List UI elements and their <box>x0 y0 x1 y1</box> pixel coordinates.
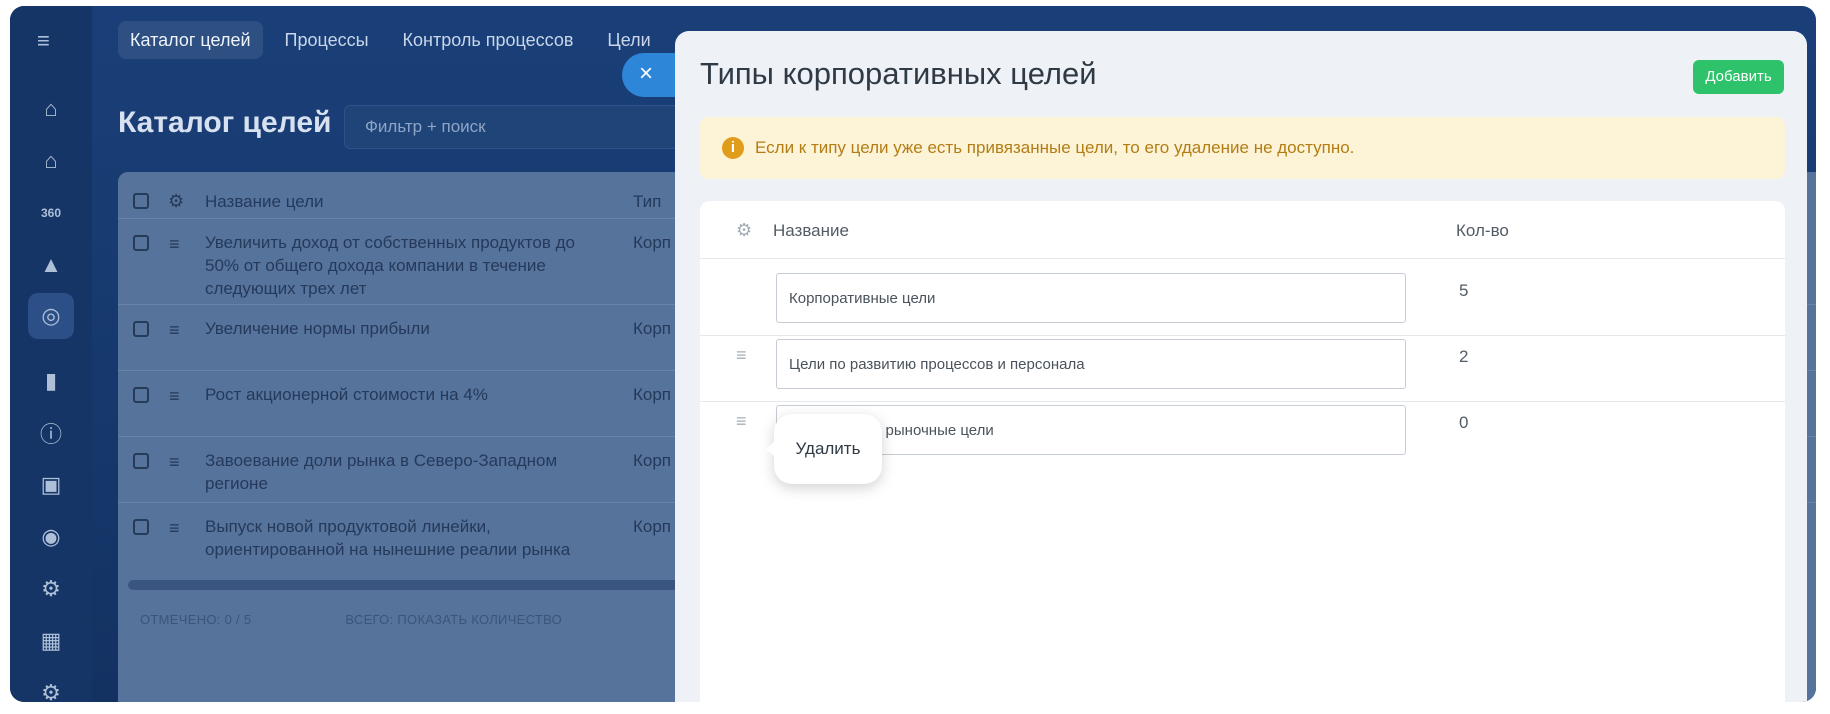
bar-chart-icon[interactable]: ▮ <box>34 364 68 398</box>
app-frame: ≡ ⌂ ⌂ 360 ▲ ◎ ▮ ⓘ ▣ ◉ ⚙ ▦ ⚙ Каталог целе… <box>10 6 1816 702</box>
row-checkbox[interactable] <box>133 519 149 535</box>
selected-count: ОТМЕЧЕНО: 0 / 5 <box>140 612 252 627</box>
drag-handle-icon[interactable]: ≡ <box>169 451 180 474</box>
alert-message: Если к типу цели уже есть привязанные це… <box>755 138 1355 157</box>
goal-name: Завоевание доли рынка в Северо-Западном … <box>205 451 558 493</box>
gear-icon[interactable]: ⚙ <box>736 220 752 241</box>
type-count: 5 <box>1459 281 1469 300</box>
gamepad-icon[interactable]: ◉ <box>34 520 68 554</box>
panel-title: Типы корпоративных целей <box>700 56 1097 91</box>
filter-search-input[interactable]: Фильтр + поиск <box>344 105 684 149</box>
close-panel-button[interactable]: × <box>622 53 678 97</box>
goal-name: Увеличить доход от собственных продуктов… <box>205 233 575 298</box>
drag-handle-icon[interactable]: ≡ <box>736 345 747 366</box>
info-house-icon[interactable]: ⓘ <box>34 416 68 450</box>
tab-processes[interactable]: Процессы <box>273 21 381 59</box>
360-icon[interactable]: 360 <box>34 196 68 230</box>
column-header-name[interactable]: Название <box>773 221 849 241</box>
grid-footer: ОТМЕЧЕНО: 0 / 5 ВСЕГО: ПОКАЗАТЬ КОЛИЧЕСТ… <box>140 612 652 627</box>
delete-menu-item[interactable]: Удалить <box>766 414 882 484</box>
left-sidebar: ≡ ⌂ ⌂ 360 ▲ ◎ ▮ ⓘ ▣ ◉ ⚙ ▦ ⚙ <box>10 6 92 702</box>
target-icon[interactable]: ◎ <box>28 293 74 339</box>
warning-alert: i Если к типу цели уже есть привязанные … <box>700 117 1785 179</box>
total-count-link[interactable]: ВСЕГО: ПОКАЗАТЬ КОЛИЧЕСТВО <box>345 612 562 627</box>
drag-handle-icon[interactable]: ≡ <box>169 233 180 256</box>
drag-handle-icon[interactable]: ≡ <box>736 411 747 432</box>
goal-type: Корп цел <box>633 319 673 338</box>
phone-book-icon[interactable]: ▣ <box>34 468 68 502</box>
row-checkbox[interactable] <box>133 321 149 337</box>
drag-handle-icon[interactable]: ≡ <box>169 517 180 540</box>
home-icon[interactable]: ⌂ <box>34 92 68 126</box>
row-checkbox[interactable] <box>133 387 149 403</box>
graduation-cap-icon[interactable]: ▲ <box>34 248 68 282</box>
goal-name: Рост акционерной стоимости на 4% <box>205 385 488 404</box>
goal-type: Корп цел <box>633 233 673 252</box>
gear-icon[interactable]: ⚙ <box>168 191 184 212</box>
row-checkbox[interactable] <box>133 453 149 469</box>
drag-handle-icon[interactable]: ≡ <box>169 319 180 342</box>
tab-process-control[interactable]: Контроль процессов <box>391 21 586 59</box>
column-header-type[interactable]: Тип <box>633 192 661 212</box>
page-title: Каталог целей <box>118 106 332 139</box>
grid-right-edge <box>1806 172 1816 262</box>
drag-handle-icon[interactable]: ≡ <box>169 385 180 408</box>
top-navigation: Каталог целей Процессы Контроль процессо… <box>118 21 663 59</box>
table-header: ⚙ Название Кол-во <box>700 201 1785 259</box>
goal-name: Выпуск новой продуктовой линейки, ориент… <box>205 517 571 559</box>
column-header-name[interactable]: Название цели <box>205 192 324 212</box>
gears-icon[interactable]: ⚙ <box>34 572 68 606</box>
goal-type: Корп цел <box>633 517 673 536</box>
type-name-input[interactable] <box>776 339 1406 389</box>
house-hand-icon[interactable]: ⌂ <box>34 144 68 178</box>
select-all-checkbox[interactable] <box>133 193 149 209</box>
info-icon: i <box>722 137 744 159</box>
row-checkbox[interactable] <box>133 235 149 251</box>
menu-icon[interactable]: ≡ <box>37 30 63 52</box>
column-header-count[interactable]: Кол-во <box>1456 221 1509 241</box>
type-name-input[interactable] <box>776 273 1406 323</box>
tab-goal-catalog[interactable]: Каталог целей <box>118 21 263 59</box>
goal-name: Увеличение нормы прибыли <box>205 319 430 338</box>
building-chart-icon[interactable]: ▦ <box>34 624 68 658</box>
goal-type: Корп цел <box>633 451 673 470</box>
add-button[interactable]: Добавить <box>1693 60 1784 94</box>
settings-icon[interactable]: ⚙ <box>34 676 68 702</box>
type-count: 2 <box>1459 347 1469 366</box>
goal-type: Корп цел <box>633 385 673 404</box>
horizontal-scrollbar[interactable] <box>128 580 688 590</box>
goal-types-panel: Типы корпоративных целей Добавить i Если… <box>675 31 1807 702</box>
type-count: 0 <box>1459 413 1469 432</box>
